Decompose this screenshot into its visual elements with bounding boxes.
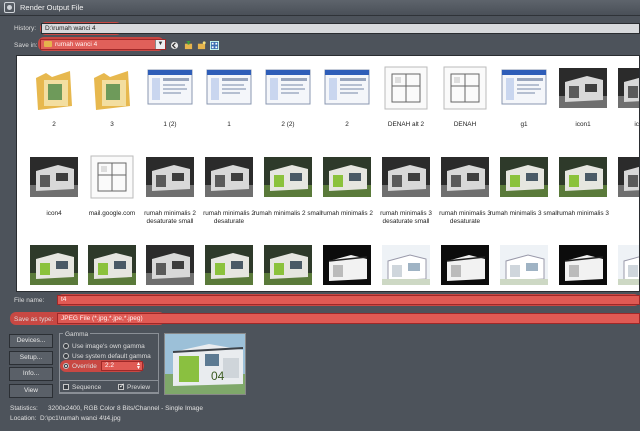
- image-thumbnail: [377, 239, 435, 291]
- sequence-label: Sequence: [72, 384, 102, 391]
- image-thumbnail: [318, 239, 376, 291]
- image-thumbnail: [318, 62, 376, 114]
- folder-icon: [83, 62, 141, 114]
- history-label: History:: [14, 25, 37, 32]
- image-thumbnail: [25, 239, 83, 291]
- file-item-label: icon2: [634, 121, 639, 128]
- location-label: Location:: [10, 415, 37, 422]
- save-in-dropdown[interactable]: rumah wanci 4 ▼: [40, 39, 166, 50]
- setup-button[interactable]: Setup...: [9, 351, 53, 365]
- image-thumbnail: [495, 62, 553, 114]
- gamma-image-label: Use image's own gamma: [72, 343, 145, 350]
- image-thumbnail: [259, 151, 317, 203]
- save-in-label: Save in:: [14, 42, 38, 49]
- info-button[interactable]: Info...: [9, 367, 53, 381]
- image-thumbnail: [377, 151, 435, 203]
- image-thumbnail: [318, 151, 376, 203]
- sequence-checkbox[interactable]: [63, 384, 69, 390]
- gamma-image-radio[interactable]: [63, 343, 69, 349]
- save-as-type-value: JPEG File (*.jpg,*.jpe,*.jpeg): [61, 315, 143, 322]
- gamma-value-spinner[interactable]: 2.2 ▲ ▼: [101, 361, 143, 371]
- image-thumbnail: [613, 239, 639, 291]
- preview-label: Preview: [127, 384, 151, 391]
- preview-tag: 04: [211, 369, 225, 383]
- image-thumbnail: [141, 62, 199, 114]
- view-button[interactable]: View: [9, 384, 53, 398]
- image-thumbnail: [377, 62, 435, 114]
- location-value: D:\pc1\rumah wanci 4\t4.jpg: [40, 415, 121, 422]
- save-in-value: rumah wanci 4: [55, 41, 98, 48]
- view-menu-icon[interactable]: [210, 41, 219, 50]
- gamma-override-radio[interactable]: [63, 363, 69, 369]
- preview-checkbox[interactable]: [118, 382, 125, 390]
- image-thumbnail: [83, 151, 141, 203]
- image-thumbnail: [554, 62, 612, 114]
- gamma-value: 2.2: [105, 362, 115, 369]
- image-thumbnail: [436, 62, 494, 114]
- window-title: Render Output File: [20, 3, 84, 12]
- image-thumbnail: [436, 151, 494, 203]
- gamma-system-label: Use system default gamma: [72, 353, 151, 360]
- spinner-arrows-icon[interactable]: ▲ ▼: [136, 362, 141, 370]
- image-thumbnail: [554, 151, 612, 203]
- image-thumbnail: [200, 151, 258, 203]
- file-name-value: t4: [61, 296, 67, 303]
- preview-image: 04: [164, 333, 246, 395]
- up-folder-icon[interactable]: [184, 41, 193, 50]
- image-thumbnail: [200, 62, 258, 114]
- image-thumbnail: [436, 239, 494, 291]
- file-item-label: t1: [607, 210, 639, 218]
- image-thumbnail: [613, 62, 639, 114]
- devices-button[interactable]: Devices...: [9, 334, 53, 348]
- new-folder-icon[interactable]: [197, 41, 206, 50]
- image-thumbnail: [83, 239, 141, 291]
- title-bar: Render Output File: [0, 0, 640, 16]
- chevron-down-icon[interactable]: ▼: [155, 40, 165, 49]
- image-thumbnail: [495, 151, 553, 203]
- gamma-system-radio[interactable]: [63, 353, 69, 359]
- app-icon: [4, 2, 15, 13]
- file-name-input[interactable]: t4: [57, 295, 640, 305]
- statistics-label: Statistics:: [10, 405, 38, 412]
- statistics-value: 3200x2400, RGB Color 8 Bits/Channel - Si…: [48, 405, 204, 412]
- image-thumbnail: [259, 62, 317, 114]
- image-thumbnail: [141, 239, 199, 291]
- history-dropdown[interactable]: D:\rumah wanci 4: [41, 23, 640, 34]
- image-thumbnail: [200, 239, 258, 291]
- save-as-type-dropdown[interactable]: JPEG File (*.jpg,*.jpe,*.jpeg): [57, 313, 640, 324]
- back-icon[interactable]: [170, 41, 179, 50]
- save-as-type-label: Save as type:: [14, 316, 54, 323]
- folder-icon: [44, 41, 52, 48]
- image-thumbnail: [25, 151, 83, 203]
- folder-icon: [25, 62, 83, 114]
- file-name-label: File name:: [14, 297, 45, 304]
- image-thumbnail: [554, 239, 612, 291]
- gamma-group-label: Gamma: [63, 331, 91, 338]
- history-value: D:\rumah wanci 4: [45, 25, 96, 32]
- image-thumbnail: [141, 151, 199, 203]
- gamma-override-label: Override: [72, 363, 97, 370]
- image-thumbnail: [259, 239, 317, 291]
- file-browser[interactable]: 231 (2)12 (2)2DENAH alt 2DENAHg1icon1ico…: [16, 55, 640, 292]
- image-thumbnail: [495, 239, 553, 291]
- image-thumbnail: [613, 151, 639, 203]
